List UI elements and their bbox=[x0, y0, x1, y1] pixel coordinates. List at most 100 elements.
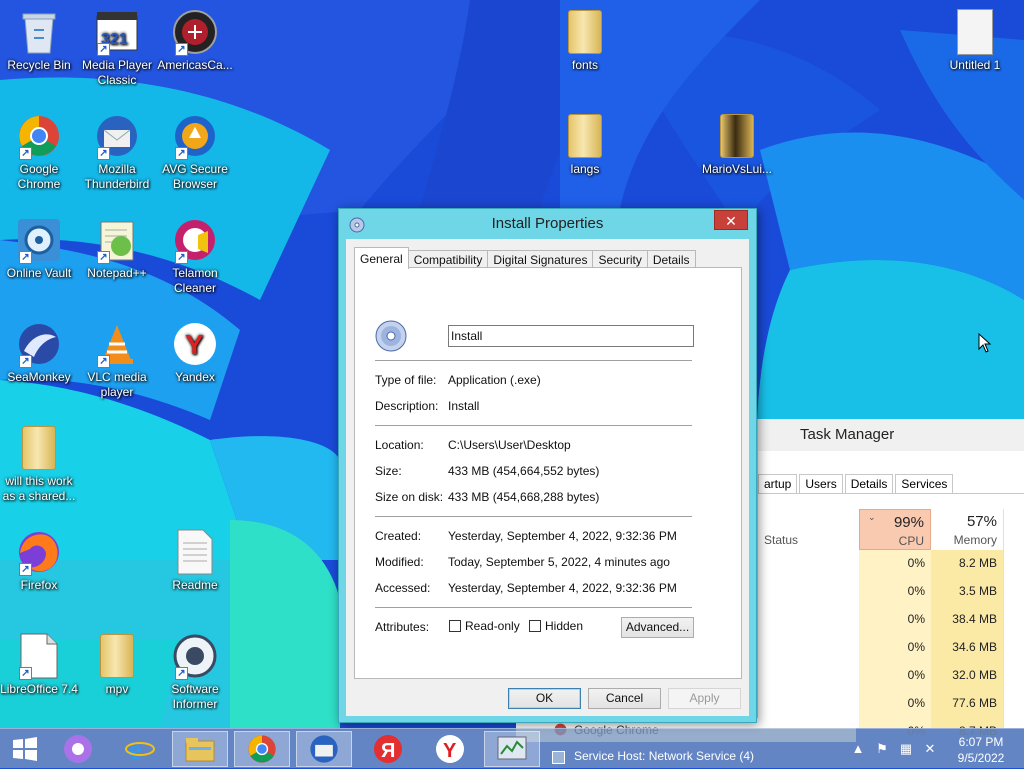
desktop-icon-telamon-cleaner[interactable]: ↗ Telamon Cleaner bbox=[156, 216, 234, 296]
desktop-icon-langs[interactable]: langs bbox=[546, 112, 624, 177]
read-only-checkbox[interactable] bbox=[449, 620, 461, 632]
desktop-icon-label: Online Vault bbox=[6, 266, 72, 280]
properties-dialog[interactable]: Install Properties ✕ General Compatibili… bbox=[338, 208, 757, 723]
desktop-icon-avg-secure-browser[interactable]: ↗ AVG Secure Browser bbox=[156, 112, 234, 192]
task-manager-column-gap bbox=[1003, 509, 1024, 728]
desktop-icon-label: Mozilla Thunderbird bbox=[84, 162, 150, 191]
created-value: Yesterday, September 4, 2022, 9:32:36 PM bbox=[448, 529, 677, 543]
start-icon bbox=[13, 737, 37, 761]
advanced-button[interactable]: Advanced... bbox=[621, 617, 694, 638]
task-manager-window[interactable]: Task Manager artup Users Details Service… bbox=[757, 419, 1024, 738]
memory-cell: 38.4 MB bbox=[952, 612, 997, 626]
document-icon bbox=[957, 9, 993, 55]
task-manager-taskbar-button[interactable] bbox=[484, 731, 540, 767]
thunderbird-taskbar-button[interactable] bbox=[296, 731, 352, 767]
hidden-checkbox[interactable] bbox=[529, 620, 541, 632]
desktop-icon-shared-folder[interactable]: will this work as a shared... bbox=[0, 424, 78, 504]
memory-cell: 34.6 MB bbox=[952, 640, 997, 654]
close-button[interactable]: ✕ bbox=[714, 210, 748, 230]
status-column-header[interactable]: Status bbox=[764, 533, 798, 547]
file-name-input[interactable]: Install bbox=[448, 325, 694, 347]
yandex-browser-icon: Я bbox=[374, 735, 402, 763]
divider bbox=[375, 360, 692, 361]
desktop-icon-untitled-1[interactable]: Untitled 1 bbox=[936, 8, 1014, 73]
divider bbox=[375, 425, 692, 426]
desktop-icon-label: SeaMonkey bbox=[7, 370, 71, 384]
desktop-icon-label: fonts bbox=[571, 58, 598, 72]
desktop-icon-label: Google Chrome bbox=[17, 162, 61, 191]
internet-explorer-button[interactable]: e bbox=[112, 731, 168, 767]
type-label: Type of file: bbox=[375, 373, 437, 387]
desktop-icon-vlc[interactable]: ↗ VLC media player bbox=[78, 320, 156, 400]
memory-cell: 8.2 MB bbox=[958, 556, 997, 570]
desktop-icon-software-informer[interactable]: ↗ Software Informer bbox=[156, 632, 234, 712]
desktop-icon-americascardroom[interactable]: ↗ AmericasCa... bbox=[156, 8, 234, 73]
desktop-icon-online-vault[interactable]: ↗ Online Vault bbox=[0, 216, 78, 281]
location-value: C:\Users\User\Desktop bbox=[448, 438, 571, 452]
desktop-icon-firefox[interactable]: ↗ Firefox bbox=[0, 528, 78, 593]
hidden-label: Hidden bbox=[545, 619, 584, 633]
yandex-browser-button[interactable]: Я bbox=[360, 731, 416, 767]
folder-icon bbox=[100, 634, 134, 678]
desktop-icon-fonts[interactable]: fonts bbox=[546, 8, 624, 73]
task-manager-icon bbox=[497, 736, 527, 760]
desktop-icon-notepad-plus-plus[interactable]: ↗ Notepad++ bbox=[78, 216, 156, 281]
description-label: Description: bbox=[375, 399, 439, 413]
volume-muted-icon[interactable]: ✕ bbox=[922, 741, 938, 757]
document-icon bbox=[177, 529, 213, 575]
tab-users[interactable]: Users bbox=[799, 474, 843, 493]
memory-column: 57% Memory 8.2 MB 3.5 MB 38.4 MB 34.6 MB… bbox=[931, 509, 1003, 738]
process-name: Service Host: Network Service (4) bbox=[574, 749, 755, 763]
tab-details[interactable]: Details bbox=[844, 474, 894, 493]
desktop-icon-readme[interactable]: Readme bbox=[156, 528, 234, 593]
memory-label: Memory bbox=[953, 533, 997, 547]
accessed-value: Yesterday, September 4, 2022, 9:32:36 PM bbox=[448, 581, 677, 595]
desktop-icon-label: Yandex bbox=[175, 370, 215, 384]
clock-time[interactable]: 6:07 PM bbox=[955, 735, 1007, 749]
service-host-icon bbox=[552, 751, 565, 764]
desktop-icon-libreoffice[interactable]: ↗ LibreOffice 7.4 bbox=[0, 632, 78, 697]
desktop-icon-recycle-bin[interactable]: Recycle Bin bbox=[0, 8, 78, 73]
desktop-icon-mariovsluigi[interactable]: MarioVsLui... bbox=[698, 112, 776, 177]
desktop-icon-media-player-classic[interactable]: 321 ↗ Media Player Classic bbox=[78, 8, 156, 88]
yandex-taskbar-button[interactable]: Y bbox=[422, 731, 478, 767]
desktop-icon-mpv[interactable]: mpv bbox=[78, 632, 156, 697]
shortcut-arrow-icon: ↗ bbox=[19, 667, 32, 680]
action-center-flag-icon[interactable]: ⚑ bbox=[874, 741, 890, 757]
ok-button[interactable]: OK bbox=[508, 688, 581, 709]
memory-column-header[interactable]: 57% Memory bbox=[931, 509, 1003, 550]
desktop-icon-google-chrome[interactable]: ↗ Google Chrome bbox=[0, 112, 78, 192]
type-value: Application (.exe) bbox=[448, 373, 541, 387]
yandex-icon: Y bbox=[174, 323, 216, 365]
dialog-tabs: General Compatibility Digital Signatures… bbox=[354, 247, 696, 269]
cpu-column-header[interactable]: ⌄ 99% CPU bbox=[859, 509, 931, 550]
folder-icon bbox=[568, 10, 602, 54]
cancel-button[interactable]: Cancel bbox=[588, 688, 661, 709]
desktop-icon-label: LibreOffice 7.4 bbox=[0, 682, 78, 696]
location-label: Location: bbox=[375, 438, 424, 452]
tab-general[interactable]: General bbox=[354, 247, 409, 269]
apply-button[interactable]: Apply bbox=[668, 688, 741, 709]
chevron-up-icon[interactable]: ▲ bbox=[850, 741, 866, 757]
divider bbox=[375, 516, 692, 517]
tab-services[interactable]: Services bbox=[895, 474, 954, 493]
general-tab-panel: Install Type of file: Application (.exe)… bbox=[354, 267, 742, 679]
shortcut-arrow-icon: ↗ bbox=[19, 251, 32, 264]
divider bbox=[375, 607, 692, 608]
desktop-icon-mozilla-thunderbird[interactable]: ↗ Mozilla Thunderbird bbox=[78, 112, 156, 192]
start-button[interactable] bbox=[0, 731, 50, 767]
desktop-icon-label: langs bbox=[570, 162, 600, 176]
tab-divider bbox=[758, 493, 1024, 494]
shortcut-arrow-icon: ↗ bbox=[175, 147, 188, 160]
shortcut-arrow-icon: ↗ bbox=[97, 251, 110, 264]
desktop-icon-seamonkey[interactable]: ↗ SeaMonkey bbox=[0, 320, 78, 385]
chrome-taskbar-button[interactable] bbox=[234, 731, 290, 767]
desktop-icon-yandex[interactable]: Y Yandex bbox=[156, 320, 234, 385]
file-explorer-button[interactable] bbox=[172, 731, 228, 767]
process-row[interactable]: Service Host: Network Service (4) bbox=[546, 729, 846, 769]
cortana-button[interactable] bbox=[50, 731, 106, 767]
clock-date[interactable]: 9/5/2022 bbox=[955, 751, 1007, 765]
dialog-body: General Compatibility Digital Signatures… bbox=[346, 239, 749, 716]
tab-startup[interactable]: artup bbox=[758, 474, 798, 493]
network-icon[interactable]: ▦ bbox=[898, 741, 914, 757]
